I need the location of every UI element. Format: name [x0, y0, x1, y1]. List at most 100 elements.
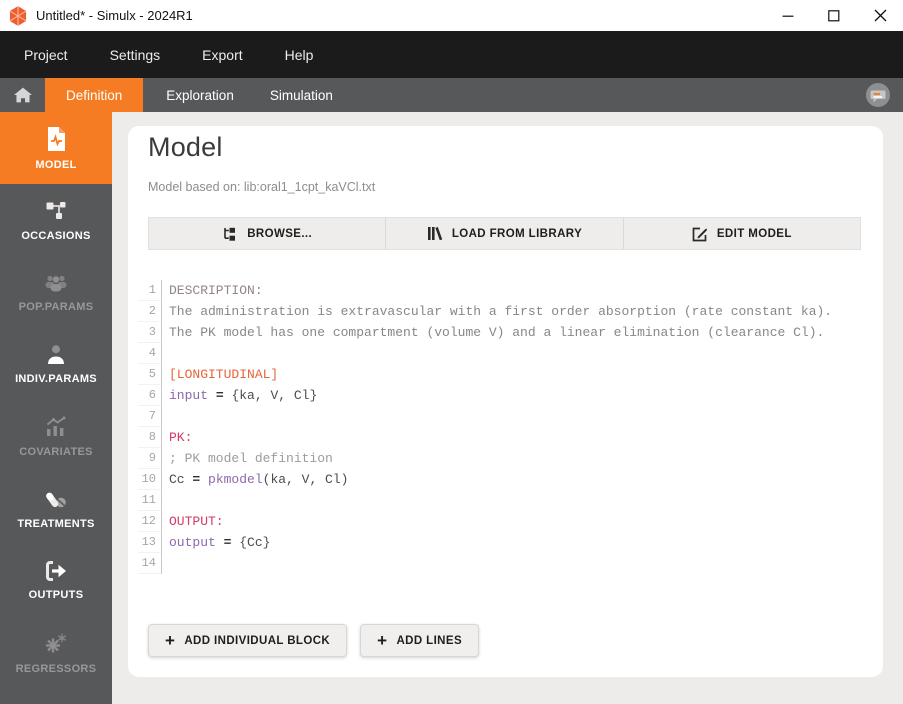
code-text: OUTPUT:	[169, 514, 224, 529]
home-tab[interactable]	[0, 78, 45, 112]
code-text: The PK model has one compartment (volume…	[169, 325, 825, 340]
feedback-bubble-icon[interactable]	[865, 82, 891, 108]
tab-exploration[interactable]: Exploration	[153, 78, 247, 112]
outputs-arrow-icon	[43, 560, 69, 582]
sidebar: MODEL OCCASIONS POP.PARAMS INDIV.PARAMS COVA…	[0, 112, 112, 704]
minimize-button[interactable]	[765, 0, 811, 31]
line-number: 3	[138, 322, 162, 343]
editor-line: 2 The administration is extravascular wit…	[138, 301, 861, 322]
maximize-button[interactable]	[811, 0, 857, 31]
line-number: 2	[138, 301, 162, 322]
individual-person-icon	[44, 343, 68, 366]
sidebar-item-label: REGRESSORS	[15, 662, 97, 675]
load-from-library-button[interactable]: LOAD FROM LIBRARY	[386, 218, 624, 249]
sidebar-item-label: OUTPUTS	[28, 588, 84, 601]
sidebar-item-label: MODEL	[35, 158, 77, 171]
editor-line: 6 input = {ka, V, Cl}	[138, 385, 861, 406]
sidebar-item-label: TREATMENTS	[17, 517, 95, 530]
library-books-icon	[427, 226, 443, 241]
line-number: 11	[138, 490, 162, 511]
code-text: input = {ka, V, Cl}	[169, 388, 318, 403]
line-number: 12	[138, 511, 162, 532]
editor-line: 12 OUTPUT:	[138, 511, 861, 532]
model-code-editor[interactable]: 1 DESCRIPTION: 2 The administration is extr…	[138, 280, 861, 574]
treatments-pills-icon	[43, 487, 69, 511]
sidebar-item-pop-params[interactable]: POP.PARAMS	[0, 256, 112, 328]
tab-simulation[interactable]: Simulation	[257, 78, 346, 112]
editor-line: 5 [LONGITUDINAL]	[138, 364, 861, 385]
sidebar-item-covariates[interactable]: COVARIATES	[0, 400, 112, 472]
line-number: 14	[138, 553, 162, 574]
sidebar-item-model[interactable]: MODEL	[0, 112, 112, 184]
covariates-chart-icon	[43, 415, 69, 439]
model-based-on-text: Model based on: lib:oral1_1cpt_kaVCl.txt	[148, 180, 376, 194]
add-lines-label: ADD LINES	[396, 634, 463, 647]
browse-tree-icon	[222, 226, 238, 242]
add-lines-button[interactable]: + ADD LINES	[360, 624, 480, 657]
edit-model-label: EDIT MODEL	[716, 227, 792, 240]
load-from-library-label: LOAD FROM LIBRARY	[451, 227, 583, 240]
edit-model-button[interactable]: EDIT MODEL	[624, 218, 860, 249]
line-number: 7	[138, 406, 162, 427]
edit-pencil-icon	[692, 226, 708, 242]
editor-line: 8 PK:	[138, 427, 861, 448]
sidebar-item-regressors[interactable]: REGRESSORS	[0, 616, 112, 688]
editor-line: 13 output = {Cc}	[138, 532, 861, 553]
sidebar-item-label: POP.PARAMS	[18, 300, 94, 313]
line-number: 13	[138, 532, 162, 553]
home-icon	[13, 86, 33, 104]
sidebar-item-label: OCCASIONS	[21, 229, 91, 242]
editor-line: 3 The PK model has one compartment (volum…	[138, 322, 861, 343]
code-text: output = {Cc}	[169, 535, 271, 550]
add-individual-block-button[interactable]: + ADD INDIVIDUAL BLOCK	[148, 624, 348, 657]
editor-line: 4	[138, 343, 861, 364]
sidebar-item-occasions[interactable]: OCCASIONS	[0, 184, 112, 256]
editor-actions: + ADD INDIVIDUAL BLOCK + ADD LINES	[148, 624, 861, 657]
regressors-gears-icon	[43, 630, 69, 656]
tab-bar: Definition Exploration Simulation	[0, 78, 903, 112]
line-number: 1	[138, 280, 162, 301]
main-panel: Model Model based on: lib:oral1_1cpt_kaV…	[112, 112, 903, 704]
simulx-logo-icon	[9, 5, 27, 26]
menu-item-help[interactable]: Help	[285, 47, 314, 63]
occasions-nodes-icon	[44, 199, 68, 223]
add-individual-block-label: ADD INDIVIDUAL BLOCK	[184, 634, 331, 647]
browse-label: BROWSE...	[247, 227, 313, 240]
browse-button[interactable]: BROWSE...	[149, 218, 387, 249]
menu-item-export[interactable]: Export	[202, 47, 242, 63]
menu-item-project[interactable]: Project	[24, 47, 68, 63]
plus-icon: +	[165, 630, 176, 650]
editor-line: 14	[138, 553, 861, 574]
menu-bar: Project Settings Export Help	[0, 31, 903, 78]
menu-item-settings[interactable]: Settings	[110, 47, 161, 63]
sidebar-item-label: COVARIATES	[19, 445, 93, 458]
editor-line: 1 DESCRIPTION:	[138, 280, 861, 301]
page-title: Model	[148, 132, 223, 162]
code-text: The administration is extravascular with…	[169, 304, 833, 319]
tab-definition[interactable]: Definition	[45, 78, 144, 112]
line-number: 6	[138, 385, 162, 406]
line-number: 5	[138, 364, 162, 385]
sidebar-item-indiv-params[interactable]: INDIV.PARAMS	[0, 328, 112, 400]
code-text: Cc = pkmodel(ka, V, Cl)	[169, 472, 349, 487]
code-text: [LONGITUDINAL]	[169, 367, 279, 382]
close-button[interactable]	[857, 0, 903, 31]
plus-icon: +	[377, 630, 388, 650]
title-bar: Untitled* - Simulx - 2024R1	[0, 0, 903, 31]
model-toolbar: BROWSE... LOAD FROM LIBRARY EDIT MODEL	[148, 217, 861, 250]
editor-line: 10 Cc = pkmodel(ka, V, Cl)	[138, 469, 861, 490]
editor-line: 7	[138, 406, 861, 427]
sidebar-item-treatments[interactable]: TREATMENTS	[0, 472, 112, 544]
line-number: 10	[138, 469, 162, 490]
line-number: 4	[138, 343, 162, 364]
code-text: PK:	[169, 430, 193, 445]
line-number: 9	[138, 448, 162, 469]
line-number: 8	[138, 427, 162, 448]
sidebar-item-outputs[interactable]: OUTPUTS	[0, 544, 112, 616]
population-group-icon	[43, 272, 69, 294]
code-text: ; PK model definition	[169, 451, 333, 466]
model-document-icon	[45, 126, 67, 152]
